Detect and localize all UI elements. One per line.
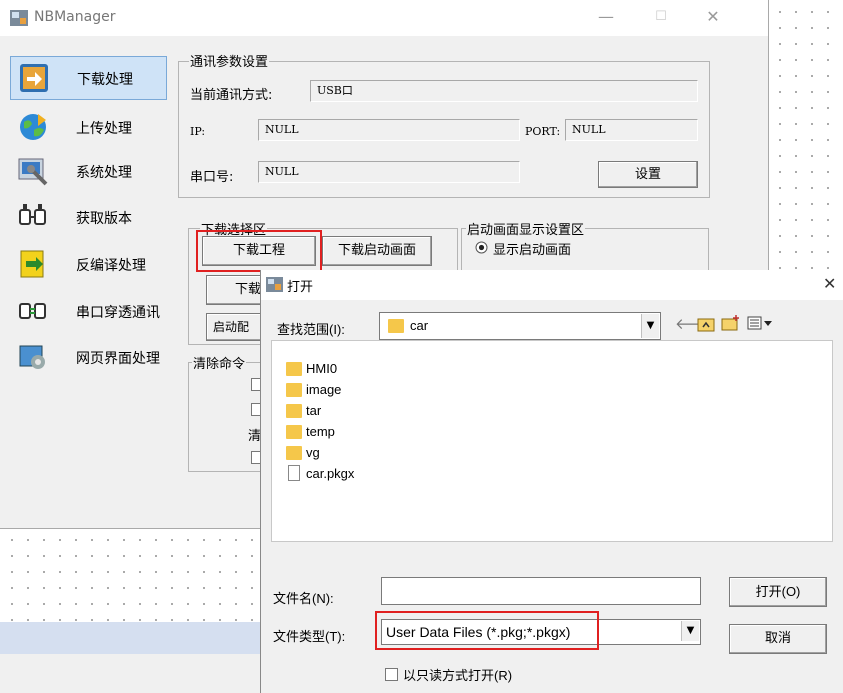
dialog-title-bar[interactable]: 打开 ✕ [261,270,843,300]
folder-icon [388,319,404,333]
dialog-close-button[interactable]: ✕ [823,274,836,293]
folder-icon [286,404,302,418]
sidebar-item-system[interactable]: 系统处理 [10,150,165,192]
splash-settings-title: 启动画面显示设置区 [466,219,586,238]
file-name: image [306,382,342,397]
app-icon [10,10,28,26]
folder-icon [286,383,302,397]
startup-config-button[interactable]: 启动配 [206,313,266,341]
port-field: NULL [565,119,698,141]
lookin-value: car [410,318,429,333]
folder-icon [286,446,302,460]
system-tools-icon [18,158,48,186]
sidebar-item-label: 串口穿透通讯 [76,305,160,321]
file-list[interactable]: HMI0 image tar temp vg car.pkgx [271,340,833,542]
ip-field: NULL [258,119,520,141]
sidebar-item-upload[interactable]: 上传处理 [10,106,165,148]
file-name: car.pkgx [306,466,355,481]
open-button[interactable]: 打开(O) [729,577,827,607]
filename-label: 文件名(N): [273,591,334,606]
open-file-dialog: 打开 ✕ 查找范围(I): car ▼ 🡐 HMI0 image tar tem… [260,270,843,693]
background-panel-strip [0,654,262,693]
sidebar-item-serial[interactable]: 串口穿透通讯 [10,290,165,332]
sidebar-item-download[interactable]: 下载处理 [10,56,167,100]
folder-icon [286,425,302,439]
cancel-button[interactable]: 取消 [729,624,827,654]
sidebar-item-label: 系统处理 [76,165,132,181]
background-status-strip [0,622,262,654]
sidebar-item-label: 上传处理 [76,121,132,137]
upload-globe-icon [20,114,46,140]
comm-settings-title: 通讯参数设置 [189,51,270,70]
lookin-combo[interactable]: car ▼ [379,312,661,340]
sidebar-item-webui[interactable]: 网页界面处理 [10,336,165,378]
file-name: vg [306,445,320,460]
highlight-box-download-project [196,230,322,272]
sidebar-item-label: 反编译处理 [76,258,146,274]
download-process-icon [20,64,48,92]
chevron-down-icon[interactable]: ▼ [641,314,659,338]
highlight-box-filetype [375,611,599,650]
sidebar-item-label: 下载处理 [77,72,133,88]
file-name: tar [306,403,322,418]
sidebar-item-label: 获取版本 [76,211,132,227]
decompile-icon [20,250,44,278]
dialog-title: 打开 [287,280,314,295]
serial-port-label: 串口号: [190,170,234,185]
minimize-button[interactable]: — [595,6,617,28]
file-name: HMI0 [306,361,338,376]
download-splash-button[interactable]: 下载启动画面 [322,236,432,266]
sidebar-item-label: 网页界面处理 [76,351,160,367]
settings-button[interactable]: 设置 [598,161,698,188]
file-icon [288,465,300,481]
show-splash-radio[interactable] [475,241,488,254]
folder-icon [286,362,302,376]
show-splash-label: 显示启动画面 [493,243,572,258]
lookin-label: 查找范围(I): [277,322,345,337]
close-button[interactable]: ✕ [702,6,724,28]
serial-port-field: NULL [258,161,520,183]
comm-mode-label: 当前通讯方式: [190,88,273,103]
chevron-down-icon[interactable]: ▼ [681,621,699,641]
download-other-button[interactable]: 下载 [206,275,266,305]
window-title: NBManager [34,9,116,25]
readonly-checkbox[interactable] [385,668,398,681]
dialog-app-icon [266,277,283,292]
file-name: temp [306,424,335,439]
readonly-label: 以只读方式打开(R) [403,668,513,683]
sidebar-item-version[interactable]: 获取版本 [10,196,165,238]
maximize-button[interactable]: ☐ [650,6,672,28]
up-folder-icon[interactable] [697,316,715,332]
filename-input[interactable] [381,577,701,605]
view-menu-icon[interactable] [747,316,773,330]
title-bar[interactable]: NBManager — ☐ ✕ [0,0,768,36]
filetype-label: 文件类型(T): [273,629,346,644]
get-version-icon [19,204,46,225]
new-folder-icon[interactable] [721,314,741,332]
serial-passthrough-icon [19,303,46,319]
web-ui-icon [19,345,45,369]
port-label: PORT: [525,125,561,138]
clear-commands-title: 清除命令 [192,353,247,372]
comm-mode-field: USB口 [310,80,698,102]
sidebar-item-decompile[interactable]: 反编译处理 [10,243,165,285]
ip-label: IP: [190,125,206,138]
